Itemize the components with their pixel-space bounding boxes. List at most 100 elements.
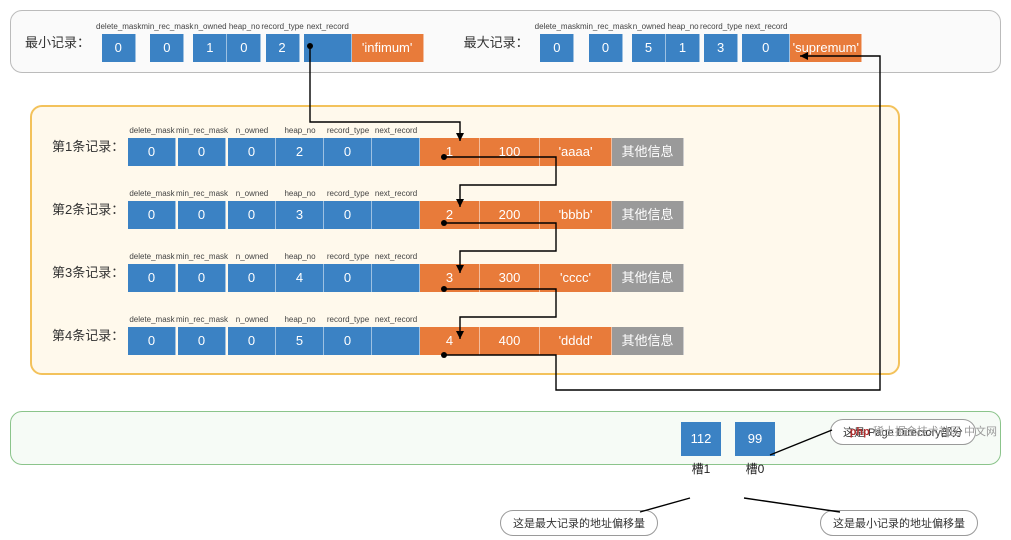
cell: 0 bbox=[150, 34, 184, 62]
slot-0-label: 槽0 bbox=[735, 460, 775, 477]
column-header: next_record bbox=[375, 251, 417, 263]
cell: 200 bbox=[480, 201, 540, 229]
cell: 0 bbox=[178, 201, 226, 229]
column-header: n_owned bbox=[194, 21, 226, 33]
column-header: n_owned bbox=[633, 21, 665, 33]
record-tag: 'supremum' bbox=[790, 34, 862, 62]
cell: 'bbbb' bbox=[540, 201, 612, 229]
record-label: 第3条记录： bbox=[52, 262, 128, 281]
balloon-min-offset: 这是最小记录的地址偏移量 bbox=[820, 510, 978, 536]
cell: 3 bbox=[704, 34, 738, 62]
column-header: heap_no bbox=[284, 251, 315, 263]
cell: 2 bbox=[420, 201, 480, 229]
balloon-max-offset: 这是最大记录的地址偏移量 bbox=[500, 510, 658, 536]
cell: 其他信息 bbox=[612, 327, 684, 355]
cell: 2 bbox=[266, 34, 300, 62]
column-header: record_type bbox=[327, 188, 369, 200]
column-header: next_record bbox=[375, 188, 417, 200]
cell: 0 bbox=[540, 34, 574, 62]
cell: 0 bbox=[178, 264, 226, 292]
column-header: record_type bbox=[261, 21, 303, 33]
column-header: min_rec_mask bbox=[176, 188, 228, 200]
cell bbox=[304, 34, 352, 62]
column-header: min_rec_mask bbox=[580, 21, 632, 33]
column-header: record_type bbox=[327, 314, 369, 326]
cell: 5 bbox=[632, 34, 666, 62]
cell: 1 bbox=[193, 34, 227, 62]
column-header: n_owned bbox=[236, 251, 268, 263]
record-row: 第2条记录：delete_mask0min_rec_mask0n_owned0h… bbox=[52, 188, 878, 229]
column-header: delete_mask bbox=[535, 21, 580, 33]
record-label: 第1条记录： bbox=[52, 136, 128, 155]
cell: 其他信息 bbox=[612, 201, 684, 229]
column-header: heap_no bbox=[284, 314, 315, 326]
cell: 4 bbox=[276, 264, 324, 292]
cell: 5 bbox=[276, 327, 324, 355]
column-header: min_rec_mask bbox=[176, 314, 228, 326]
cell: 0 bbox=[228, 201, 276, 229]
cell: 0 bbox=[228, 264, 276, 292]
column-header: min_rec_mask bbox=[176, 251, 228, 263]
cell: 0 bbox=[128, 264, 176, 292]
cell: 0 bbox=[228, 327, 276, 355]
column-header: heap_no bbox=[229, 21, 260, 33]
infimum-supremum-box: 最小记录： delete_mask0min_rec_mask0n_owned1h… bbox=[10, 10, 1001, 73]
column-header: next_record bbox=[375, 314, 417, 326]
cell: 其他信息 bbox=[612, 138, 684, 166]
cell: 1 bbox=[420, 138, 480, 166]
column-header: record_type bbox=[327, 125, 369, 137]
slot-0: 99 bbox=[735, 422, 775, 456]
record-label: 第4条记录： bbox=[52, 325, 128, 344]
cell: 0 bbox=[102, 34, 136, 62]
column-header: n_owned bbox=[236, 125, 268, 137]
cell: 300 bbox=[480, 264, 540, 292]
cell: 3 bbox=[420, 264, 480, 292]
record-row: 第1条记录：delete_mask0min_rec_mask0n_owned0h… bbox=[52, 125, 878, 166]
cell: 0 bbox=[324, 264, 372, 292]
record-row: 第3条记录：delete_mask0min_rec_mask0n_owned0h… bbox=[52, 251, 878, 292]
cell: 0 bbox=[228, 138, 276, 166]
records-box: 第1条记录：delete_mask0min_rec_mask0n_owned0h… bbox=[30, 105, 900, 375]
cell: 其他信息 bbox=[612, 264, 684, 292]
column-header: delete_mask bbox=[129, 251, 174, 263]
max-record: delete_mask0min_rec_mask0n_owned5heap_no… bbox=[535, 21, 863, 62]
cell: 0 bbox=[178, 327, 226, 355]
cell bbox=[372, 138, 420, 166]
max-record-label: 最大记录： bbox=[464, 32, 529, 51]
cell: 'dddd' bbox=[540, 327, 612, 355]
cell: 0 bbox=[589, 34, 623, 62]
column-header: min_rec_mask bbox=[176, 125, 228, 137]
column-header: next_record bbox=[745, 21, 787, 33]
column-header: delete_mask bbox=[129, 188, 174, 200]
watermark: php 稀土掘金技术社区 中文网 bbox=[850, 423, 997, 439]
min-record-label: 最小记录： bbox=[25, 32, 90, 51]
column-header: next_record bbox=[307, 21, 349, 33]
column-header: record_type bbox=[327, 251, 369, 263]
record-tag: 'infimum' bbox=[352, 34, 424, 62]
cell: 0 bbox=[128, 201, 176, 229]
column-header: heap_no bbox=[284, 125, 315, 137]
record-label: 第2条记录： bbox=[52, 199, 128, 218]
cell: 0 bbox=[227, 34, 261, 62]
cell: 100 bbox=[480, 138, 540, 166]
cell: 0 bbox=[178, 138, 226, 166]
column-header: heap_no bbox=[284, 188, 315, 200]
cell: 0 bbox=[324, 201, 372, 229]
column-header: n_owned bbox=[236, 188, 268, 200]
column-header: delete_mask bbox=[129, 125, 174, 137]
cell: 400 bbox=[480, 327, 540, 355]
cell: 3 bbox=[276, 201, 324, 229]
cell: 'cccc' bbox=[540, 264, 612, 292]
slot-1: 112 bbox=[681, 422, 721, 456]
cell bbox=[372, 201, 420, 229]
cell: 0 bbox=[128, 327, 176, 355]
slot-1-label: 槽1 bbox=[681, 460, 721, 477]
cell: 0 bbox=[128, 138, 176, 166]
record-row: 第4条记录：delete_mask0min_rec_mask0n_owned0h… bbox=[52, 314, 878, 355]
cell: 0 bbox=[324, 138, 372, 166]
column-header: record_type bbox=[700, 21, 742, 33]
column-header: next_record bbox=[375, 125, 417, 137]
cell: 0 bbox=[324, 327, 372, 355]
cell: 4 bbox=[420, 327, 480, 355]
min-record: delete_mask0min_rec_mask0n_owned1heap_no… bbox=[96, 21, 424, 62]
